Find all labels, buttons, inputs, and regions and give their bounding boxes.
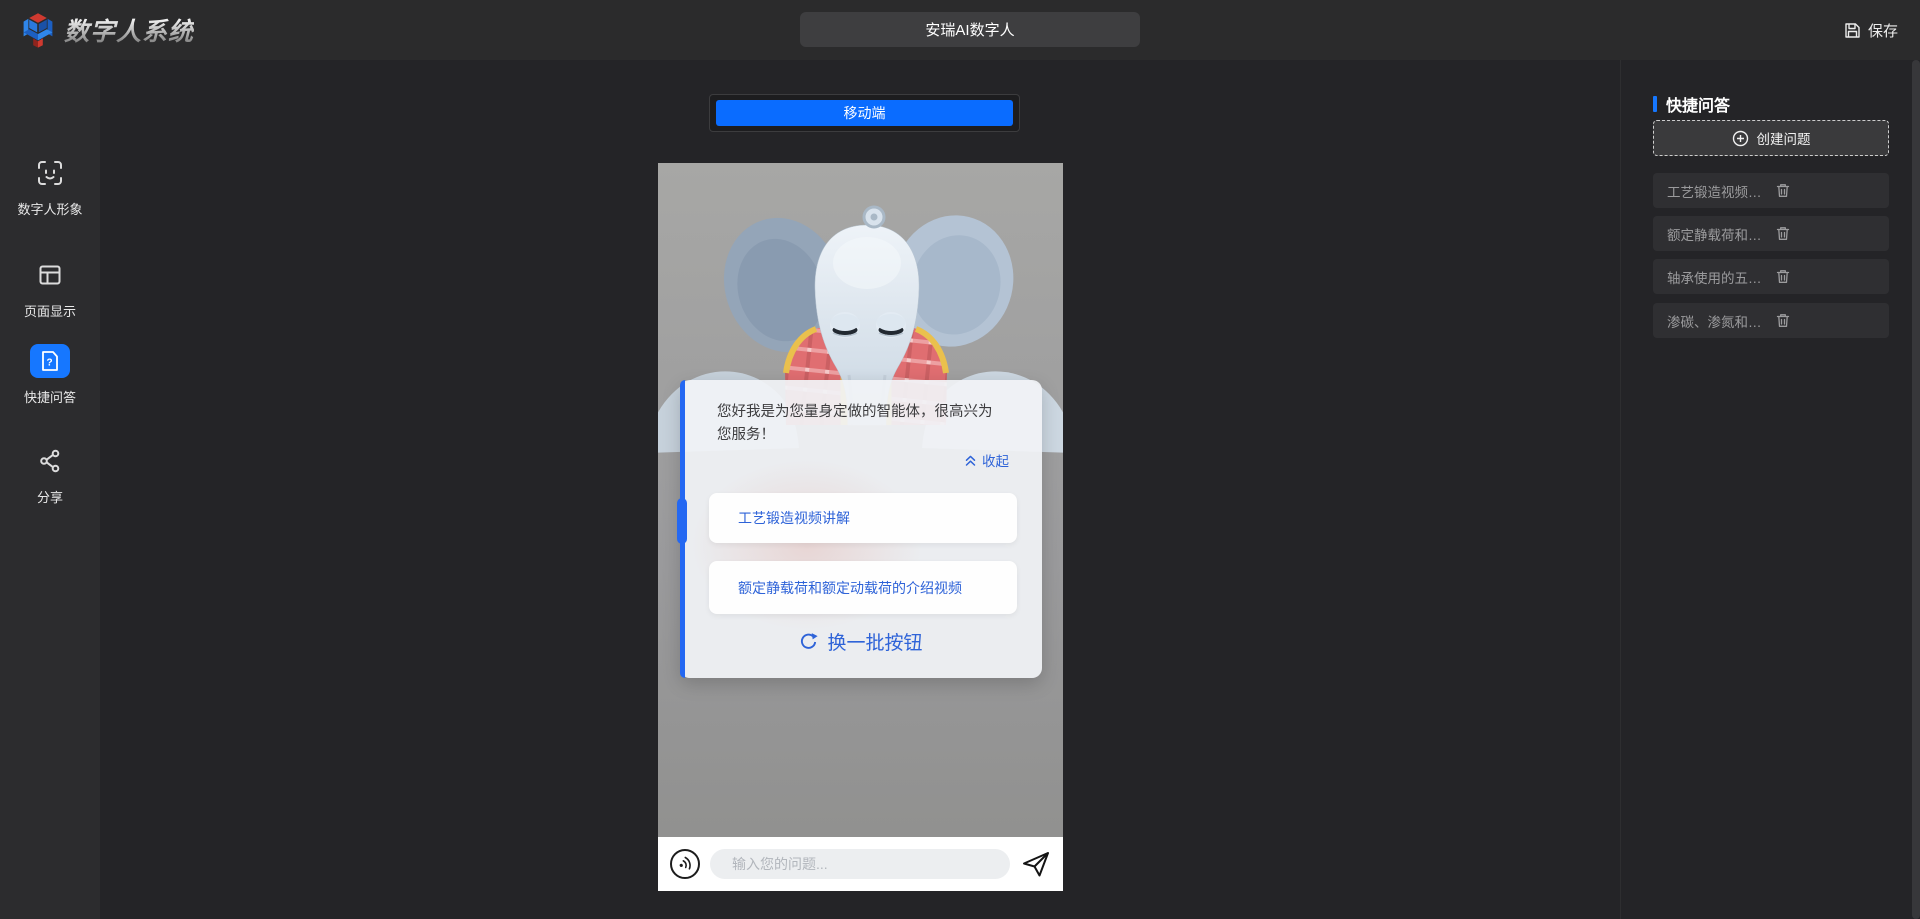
refresh-label: 换一批按钮 <box>827 633 923 654</box>
greeting-text: 您好我是为您量身定做的智能体，很高兴为您服务！ <box>717 404 993 443</box>
greeting-card: 您好我是为您量身定做的智能体，很高兴为您服务！ 收起 工艺锻造视频讲解 额定静载… <box>677 380 1042 678</box>
sidebar-item-avatar[interactable]: 数字人形象 <box>0 156 100 218</box>
question-item-label: 轴承使用的五大注意点 <box>1667 270 1768 286</box>
panel-title-label: 快捷问答 <box>1666 98 1731 115</box>
question-input[interactable] <box>710 849 1010 879</box>
quick-qa-panel: 快捷问答 创建问题 工艺锻造视频讲解 额定静载荷和额定动载荷... <box>1620 60 1920 919</box>
device-switch-container: 移动端 <box>709 94 1020 132</box>
trash-icon[interactable] <box>1776 269 1877 284</box>
face-scan-icon <box>33 156 67 190</box>
mobile-device-tab[interactable]: 移动端 <box>716 100 1013 126</box>
top-bar: 数字人系统 安瑞AI数字人 保存 <box>0 0 1920 60</box>
question-item[interactable]: 额定静载荷和额定动载荷... <box>1653 216 1889 251</box>
collapse-label: 收起 <box>982 454 1009 469</box>
trash-icon[interactable] <box>1776 313 1877 328</box>
save-label: 保存 <box>1867 22 1898 40</box>
voice-icon <box>676 855 694 873</box>
phone-input-bar <box>658 837 1063 891</box>
share-icon <box>33 444 67 478</box>
mobile-device-label: 移动端 <box>843 105 886 121</box>
create-question-button[interactable]: 创建问题 <box>1653 120 1889 156</box>
question-item-label: 额定静载荷和额定动载荷... <box>1667 227 1768 243</box>
scene-tab-label: 安瑞AI数字人 <box>925 22 1015 39</box>
sidebar-item-label: 页面显示 <box>23 304 76 319</box>
app-logo: 数字人系统 <box>22 0 194 60</box>
mobile-preview: 您好我是为您量身定做的智能体，很高兴为您服务！ 收起 工艺锻造视频讲解 额定静载… <box>658 163 1063 891</box>
floppy-disk-icon <box>1844 22 1861 39</box>
layout-icon <box>33 258 67 292</box>
sidebar-item-label: 数字人形象 <box>17 202 83 217</box>
scene-tab[interactable]: 安瑞AI数字人 <box>800 12 1140 47</box>
question-item[interactable]: 轴承使用的五大注意点 <box>1653 259 1889 294</box>
quick-question-button[interactable]: 工艺锻造视频讲解 <box>709 493 1017 543</box>
collapse-link[interactable]: 收起 <box>964 450 1009 470</box>
save-button[interactable]: 保存 <box>1844 0 1898 60</box>
logo-mark-icon <box>22 12 54 48</box>
sidebar-item-label: 分享 <box>36 490 63 505</box>
window-scrollbar[interactable] <box>1912 60 1920 919</box>
quick-question-label: 额定静载荷和额定动载荷的介绍视频 <box>738 579 962 596</box>
title-accent-bar <box>1653 96 1657 112</box>
sidebar-item-label: 快捷问答 <box>23 390 76 405</box>
question-item-label: 工艺锻造视频讲解 <box>1667 184 1768 200</box>
trash-icon[interactable] <box>1776 226 1877 241</box>
send-button[interactable] <box>1021 848 1051 880</box>
card-accent-handle <box>677 498 687 544</box>
sidebar-item-quick-qa[interactable]: ? 快捷问答 <box>0 344 100 406</box>
refresh-buttons-link[interactable]: 换一批按钮 <box>680 628 1042 655</box>
panel-title: 快捷问答 <box>1653 92 1730 116</box>
svg-text:?: ? <box>47 358 53 369</box>
create-question-label: 创建问题 <box>1756 132 1811 147</box>
quick-question-button[interactable]: 额定静载荷和额定动载荷的介绍视频 <box>709 561 1017 614</box>
chevrons-up-icon <box>964 454 977 467</box>
sidebar-item-share[interactable]: 分享 <box>0 444 100 506</box>
voice-input-button[interactable] <box>670 849 700 879</box>
sidebar-item-page-display[interactable]: 页面显示 <box>0 258 100 320</box>
paper-plane-icon <box>1021 849 1051 879</box>
quick-question-label: 工艺锻造视频讲解 <box>738 510 850 526</box>
question-item-label: 渗碳、渗氮和碳氮共渗 <box>1667 314 1768 330</box>
trash-icon[interactable] <box>1776 183 1877 198</box>
question-item[interactable]: 渗碳、渗氮和碳氮共渗 <box>1653 303 1889 338</box>
refresh-icon <box>799 632 819 651</box>
circle-plus-icon <box>1732 130 1749 147</box>
question-item[interactable]: 工艺锻造视频讲解 <box>1653 173 1889 208</box>
document-question-icon: ? <box>30 344 70 378</box>
left-sidebar: 数字人形象 页面显示 ? 快捷问答 分享 <box>0 60 100 919</box>
app-title: 数字人系统 <box>64 12 194 48</box>
